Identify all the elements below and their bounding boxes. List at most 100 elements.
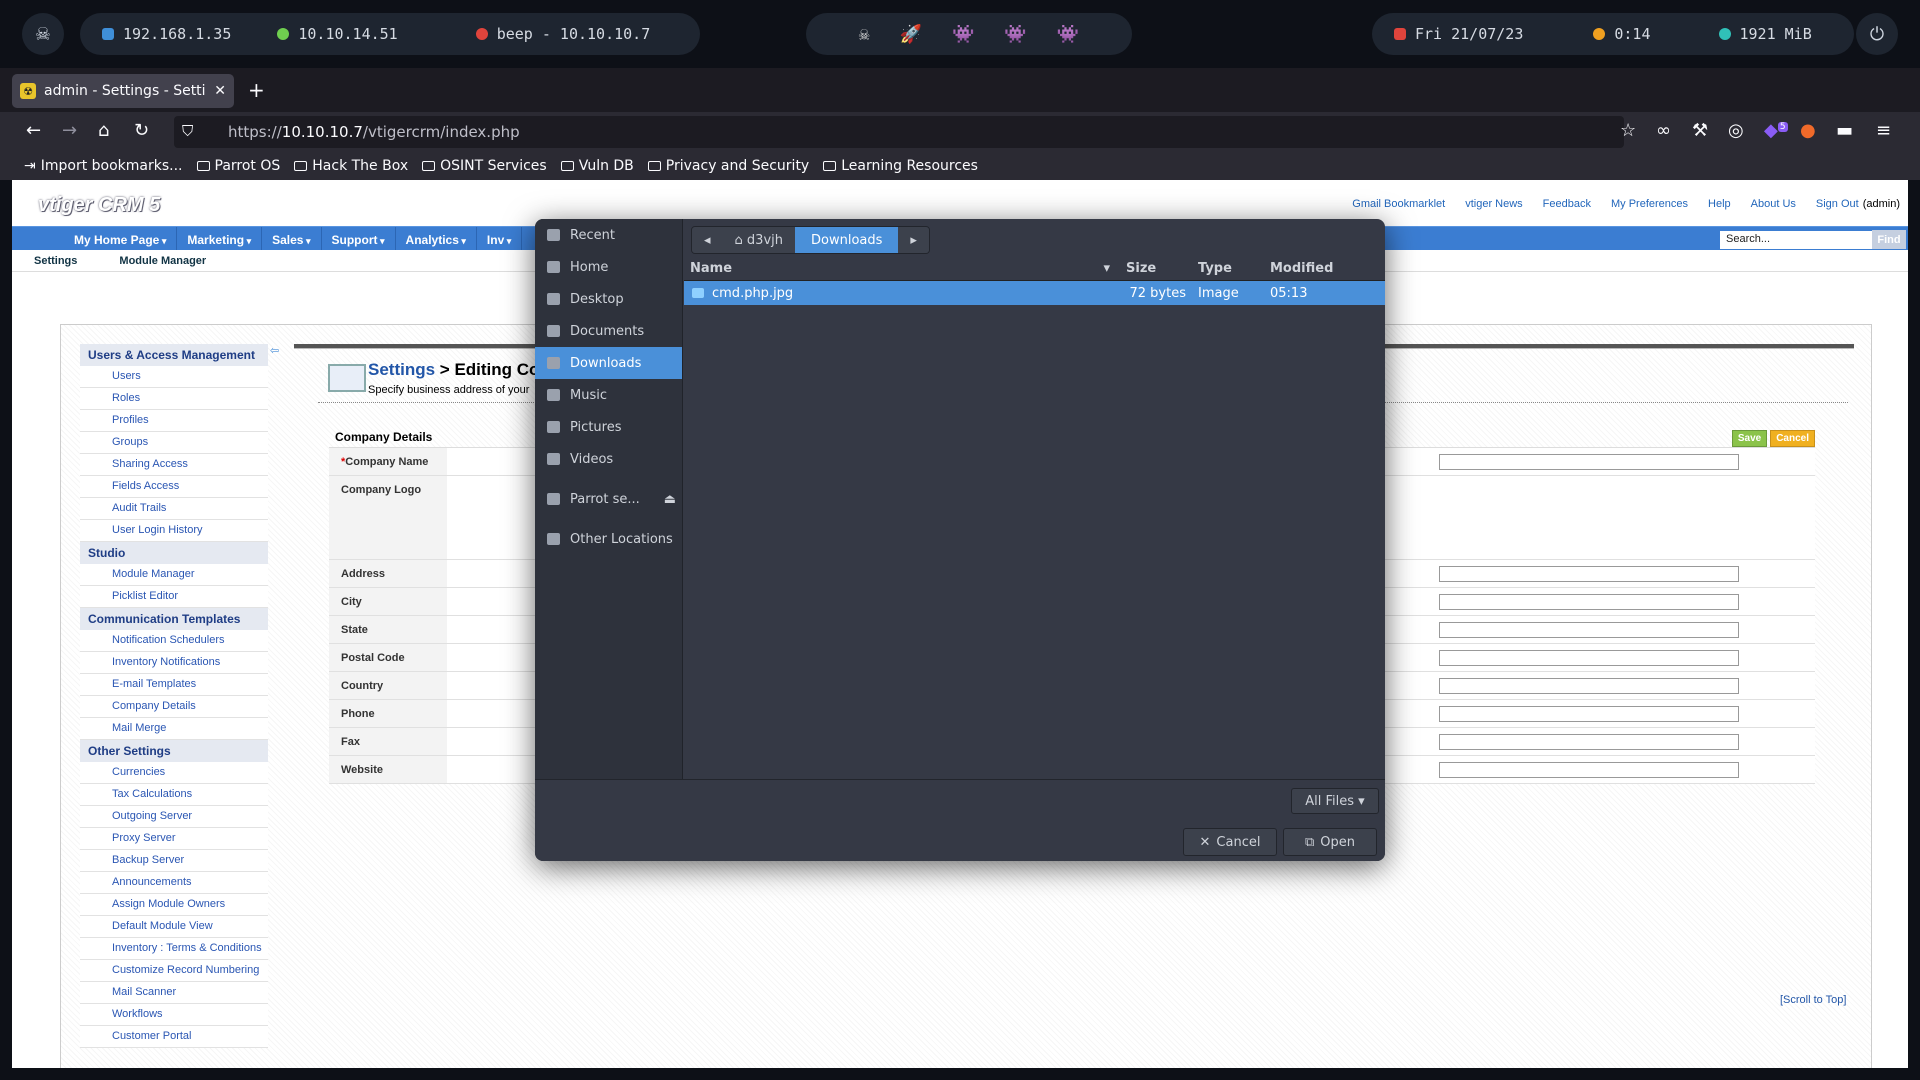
sidebar-item[interactable]: Announcements xyxy=(80,872,268,894)
place-item[interactable]: Pictures xyxy=(535,411,682,443)
sidebar-item[interactable]: Proxy Server xyxy=(80,828,268,850)
rocket-icon[interactable]: 🚀 xyxy=(900,24,922,45)
wrench-icon[interactable]: ⚒ xyxy=(1692,120,1708,141)
crm-search-input[interactable]: Search... xyxy=(1720,231,1884,249)
extension-icon[interactable]: ◆ 5 xyxy=(1764,120,1788,141)
browser-tab[interactable]: ☢ admin - Settings - Setting ✕ xyxy=(12,74,234,108)
hamburger-menu-icon[interactable]: ≡ xyxy=(1876,120,1891,141)
file-row[interactable]: cmd.php.jpg 72 bytes Image 05:13 xyxy=(684,281,1385,305)
skull-icon[interactable]: ☠ xyxy=(859,24,870,45)
sidebar-item[interactable]: Tax Calculations xyxy=(80,784,268,806)
bookmark-folder[interactable]: Privacy and Security xyxy=(647,158,809,174)
bookmark-folder[interactable]: Hack The Box xyxy=(294,158,408,174)
sidebar-item[interactable]: Module Manager xyxy=(80,564,268,586)
my-preferences-link[interactable]: My Preferences xyxy=(1611,198,1688,210)
sidebar-item[interactable]: Customize Record Numbering xyxy=(80,960,268,982)
scroll-to-top-link[interactable]: [Scroll to Top] xyxy=(1780,994,1846,1006)
back-icon[interactable]: ← xyxy=(26,120,41,141)
invader-icon[interactable]: 👾 xyxy=(1057,24,1079,45)
sidebar-item[interactable]: Mail Merge xyxy=(80,718,268,740)
dialog-cancel-button[interactable]: ✕ Cancel xyxy=(1183,828,1277,856)
settings-title-link[interactable]: Settings xyxy=(368,360,435,379)
menu-analytics[interactable]: Analytics xyxy=(396,227,477,250)
place-item[interactable]: Recent xyxy=(535,219,682,251)
field-input[interactable] xyxy=(1439,678,1739,694)
sidebar-item[interactable]: Users xyxy=(80,366,268,388)
path-forward-icon[interactable]: ▸ xyxy=(898,227,929,253)
invader-icon[interactable]: 👾 xyxy=(1004,24,1026,45)
field-input[interactable] xyxy=(1439,454,1739,470)
extension-icon[interactable]: ▬ xyxy=(1836,120,1853,141)
sidebar-item[interactable]: Audit Trails xyxy=(80,498,268,520)
eject-icon[interactable]: ⏏ xyxy=(664,492,676,507)
menu-sales[interactable]: Sales xyxy=(262,227,322,250)
help-link[interactable]: Help xyxy=(1708,198,1731,210)
gmail-bookmarklet-link[interactable]: Gmail Bookmarklet xyxy=(1352,198,1445,210)
place-item[interactable]: Downloads xyxy=(535,347,682,379)
sidebar-item[interactable]: Assign Module Owners xyxy=(80,894,268,916)
place-item[interactable]: Home xyxy=(535,251,682,283)
find-button[interactable]: Find xyxy=(1872,230,1906,249)
sidebar-item[interactable]: Roles xyxy=(80,388,268,410)
about-us-link[interactable]: About Us xyxy=(1751,198,1796,210)
menu-inventory[interactable]: Inv xyxy=(477,227,523,250)
col-size[interactable]: Size xyxy=(1120,261,1192,276)
field-input[interactable] xyxy=(1439,706,1739,722)
sign-out-link[interactable]: Sign Out xyxy=(1816,198,1859,210)
menu-support[interactable]: Support xyxy=(322,227,396,250)
foxy-extension-icon[interactable]: ● xyxy=(1800,120,1816,141)
bookmark-star-icon[interactable]: ☆ xyxy=(1620,120,1636,141)
sidebar-item[interactable]: Notification Schedulers xyxy=(80,630,268,652)
close-tab-icon[interactable]: ✕ xyxy=(214,83,226,99)
sidebar-item[interactable]: Company Details xyxy=(80,696,268,718)
place-item[interactable]: Other Locations xyxy=(535,523,682,555)
field-input[interactable] xyxy=(1439,566,1739,582)
menu-marketing[interactable]: Marketing xyxy=(177,227,263,250)
col-modified[interactable]: Modified xyxy=(1264,261,1333,276)
shield-icon[interactable]: ⛉ xyxy=(182,122,193,140)
bookmark-folder[interactable]: OSINT Services xyxy=(422,158,547,174)
collapse-arrow-icon[interactable]: ⇦ xyxy=(270,344,279,357)
forward-icon[interactable]: → xyxy=(62,120,77,141)
home-icon[interactable]: ⌂ xyxy=(98,120,109,141)
menu-my-home-page[interactable]: My Home Page xyxy=(64,227,178,250)
field-input[interactable] xyxy=(1439,734,1739,750)
field-input[interactable] xyxy=(1439,650,1739,666)
sidebar-item[interactable]: Currencies xyxy=(80,762,268,784)
dialog-open-button[interactable]: ⧉ Open xyxy=(1283,828,1377,856)
sidebar-item[interactable]: Backup Server xyxy=(80,850,268,872)
url-bar[interactable]: https://10.10.10.7/vtigercrm/index.php xyxy=(174,116,1624,148)
place-item[interactable]: Documents xyxy=(535,315,682,347)
bookmark-folder[interactable]: Parrot OS xyxy=(196,158,280,174)
save-button[interactable]: Save xyxy=(1731,430,1768,447)
sidebar-item[interactable]: E-mail Templates xyxy=(80,674,268,696)
subnav-module-manager[interactable]: Module Manager xyxy=(119,255,206,267)
sidebar-item[interactable]: Inventory Notifications xyxy=(80,652,268,674)
place-item[interactable]: Music xyxy=(535,379,682,411)
sidebar-item[interactable]: Workflows xyxy=(80,1004,268,1026)
bookmark-folder[interactable]: Vuln DB xyxy=(560,158,634,174)
sidebar-item[interactable]: Mail Scanner xyxy=(80,982,268,1004)
col-name[interactable]: Name ▾ xyxy=(684,261,1120,276)
path-back-icon[interactable]: ◂ xyxy=(692,227,723,253)
private-mask-icon[interactable]: ∞ xyxy=(1656,120,1671,141)
place-item[interactable]: Desktop xyxy=(535,283,682,315)
sidebar-item[interactable]: Sharing Access xyxy=(80,454,268,476)
parrot-menu-icon[interactable]: ☠ xyxy=(22,13,64,55)
extension-icon[interactable]: ◎ xyxy=(1728,120,1744,141)
col-type[interactable]: Type xyxy=(1192,261,1264,276)
vtiger-news-link[interactable]: vtiger News xyxy=(1465,198,1522,210)
sidebar-item[interactable]: User Login History xyxy=(80,520,268,542)
path-home[interactable]: ⌂ d3vjh xyxy=(722,227,795,253)
field-input[interactable] xyxy=(1439,622,1739,638)
feedback-link[interactable]: Feedback xyxy=(1543,198,1591,210)
sidebar-item[interactable]: Picklist Editor xyxy=(80,586,268,608)
subnav-settings[interactable]: Settings xyxy=(34,255,77,267)
place-item[interactable]: Videos xyxy=(535,443,682,475)
field-input[interactable] xyxy=(1439,762,1739,778)
power-icon[interactable]: ⏻ xyxy=(1856,13,1898,55)
sidebar-item[interactable]: Outgoing Server xyxy=(80,806,268,828)
bookmark-import[interactable]: ⇥ Import bookmarks... xyxy=(24,158,183,174)
sidebar-item[interactable]: Inventory : Terms & Conditions xyxy=(80,938,268,960)
sidebar-item[interactable]: Default Module View xyxy=(80,916,268,938)
